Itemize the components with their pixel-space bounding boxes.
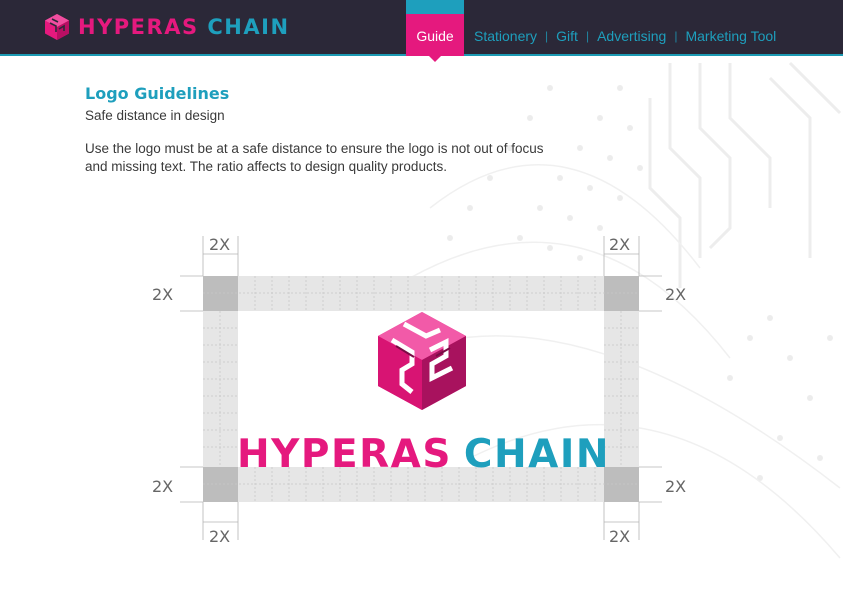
- dimension-label: 2X: [665, 477, 686, 496]
- logo-wordmark: HYPERAS CHAIN: [237, 432, 610, 477]
- dimension-label: 2X: [609, 527, 630, 546]
- dimension-label: 2X: [609, 235, 630, 254]
- dimension-label: 2X: [209, 235, 230, 254]
- dimension-label: 2X: [209, 527, 230, 546]
- cube-logo-icon: [378, 312, 466, 410]
- dimension-label: 2X: [152, 477, 173, 496]
- dimension-label: 2X: [665, 285, 686, 304]
- safe-distance-diagram: 2X 2X 2X 2X 2X 2X 2X 2X HYPERAS CHAIN: [152, 235, 686, 546]
- dimension-label: 2X: [152, 285, 173, 304]
- logo-word-hyperas: HYPERAS: [237, 432, 452, 477]
- logo-word-chain: CHAIN: [464, 432, 610, 477]
